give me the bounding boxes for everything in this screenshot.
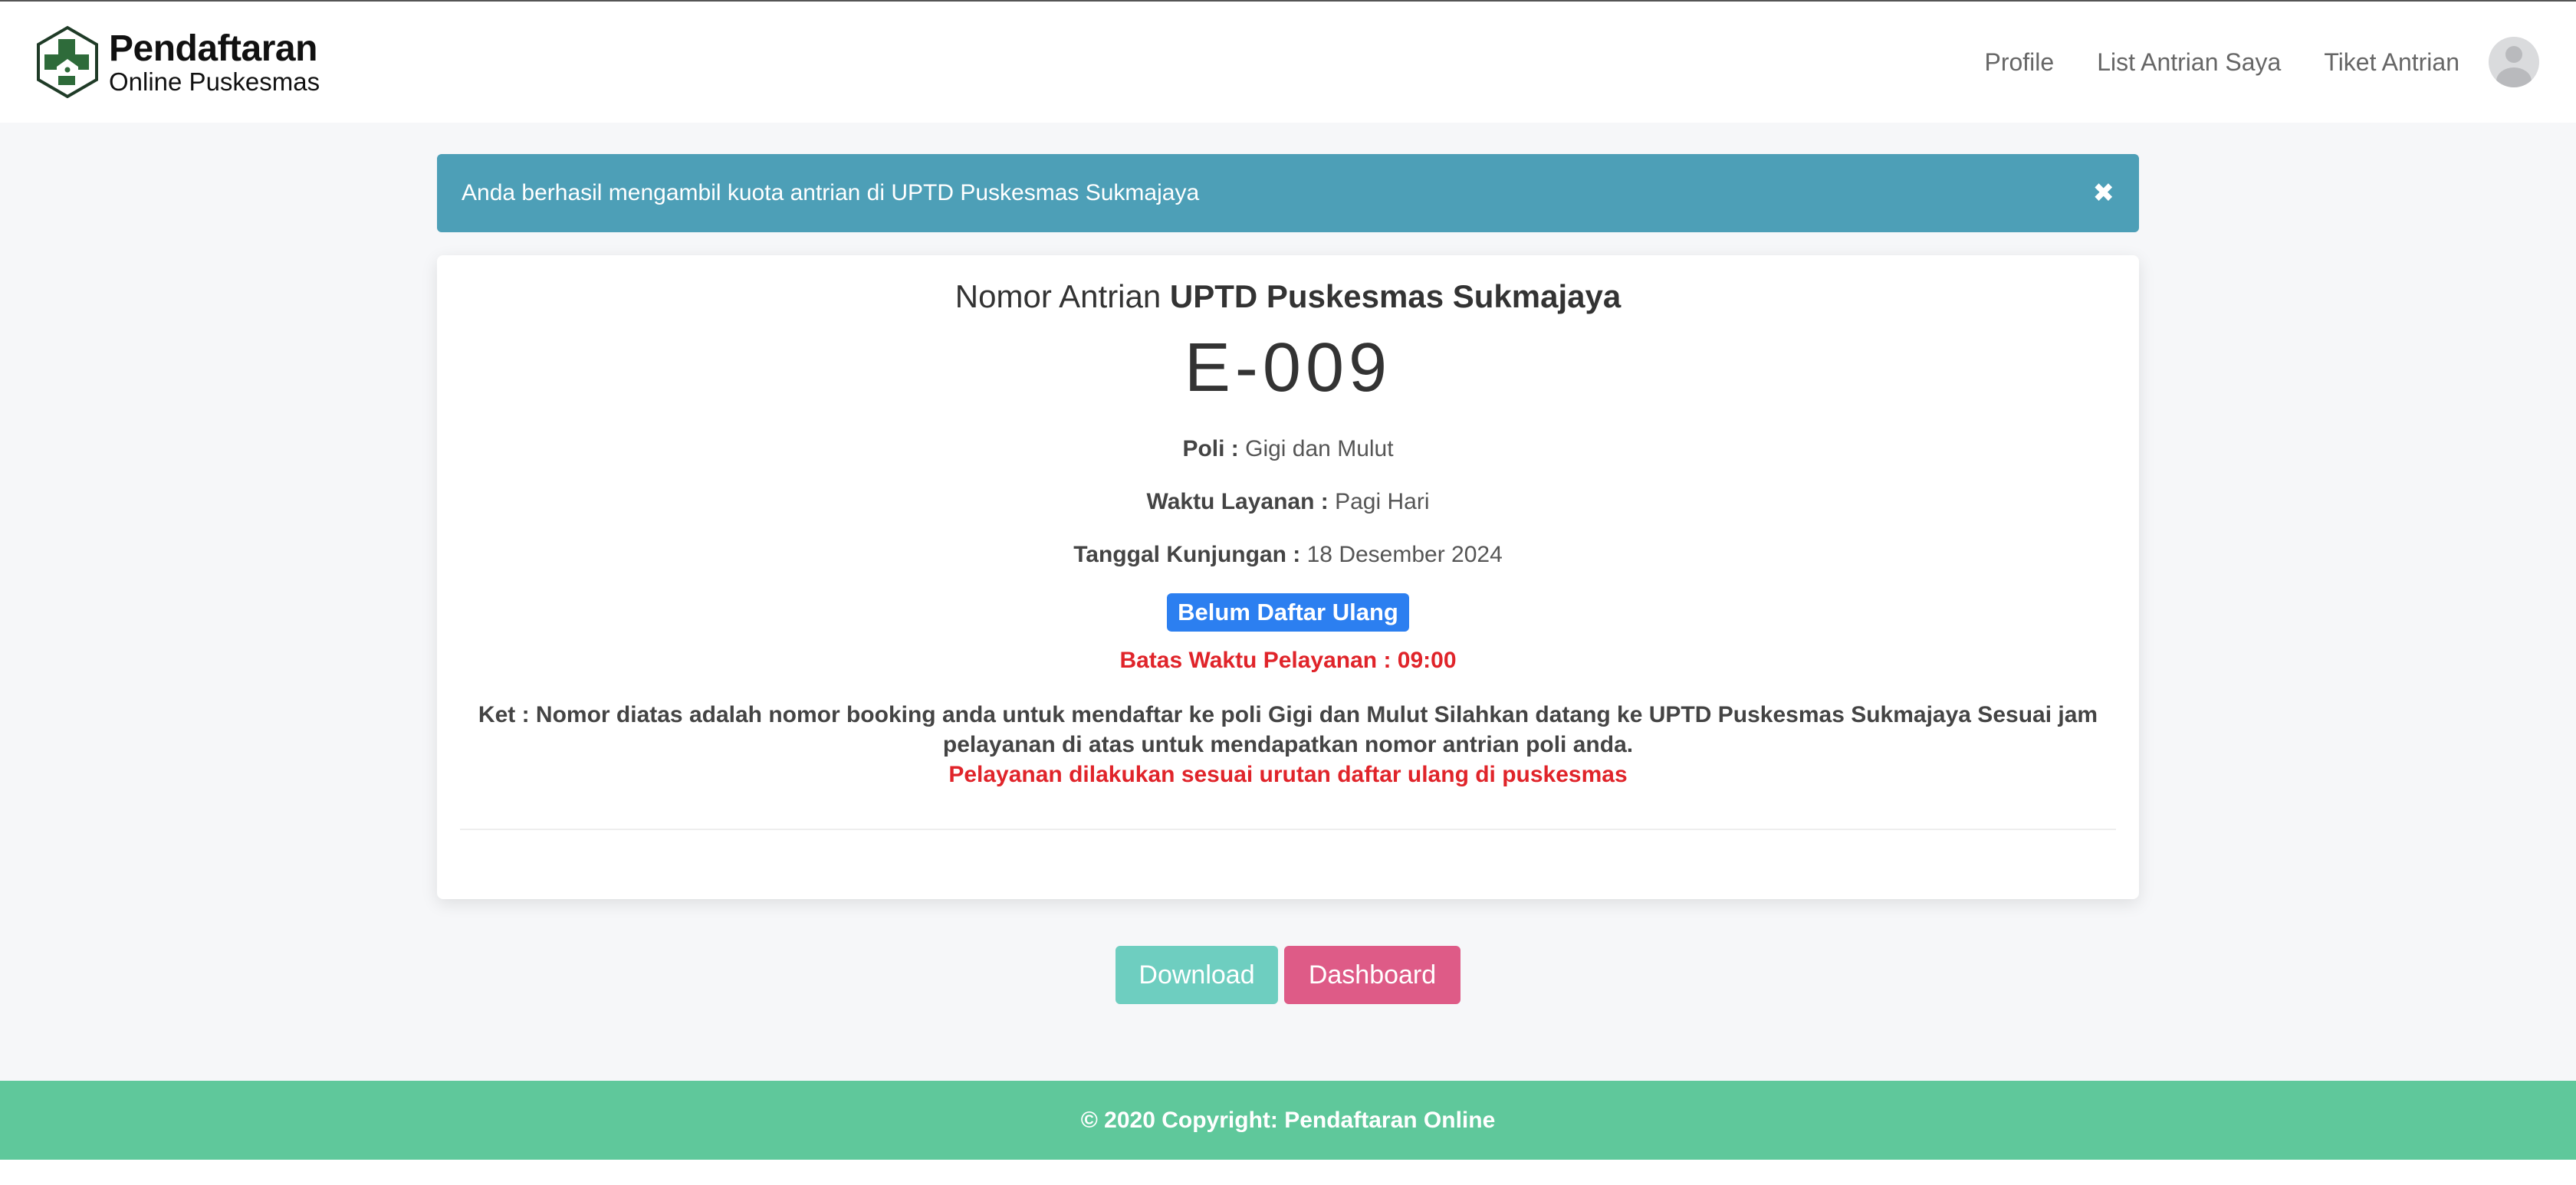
download-button[interactable]: Download (1116, 946, 1278, 1004)
poli-value: Gigi dan Mulut (1245, 436, 1394, 461)
nav-link-list-antrian-saya[interactable]: List Antrian Saya (2097, 48, 2281, 77)
avatar-head-shape (2505, 46, 2522, 63)
queue-number: E-009 (1184, 330, 1392, 406)
tanggal-kunjungan-row: Tanggal Kunjungan : 18 Desember 2024 (437, 542, 2139, 568)
ticket-location: UPTD Puskesmas Sukmajaya (1169, 278, 1622, 314)
dashboard-button[interactable]: Dashboard (1284, 946, 1460, 1004)
tanggal-label: Tanggal Kunjungan : (1073, 542, 1301, 567)
close-icon[interactable]: ✖ (2093, 178, 2115, 208)
navbar: Pendaftaran Online Puskesmas Profile Lis… (0, 0, 2576, 123)
waktu-label: Waktu Layanan : (1146, 489, 1329, 514)
poli-label: Poli : (1182, 436, 1239, 461)
nav-link-profile[interactable]: Profile (1984, 48, 2054, 77)
avatar-body-shape (2496, 67, 2532, 87)
status-badge: Belum Daftar Ulang (1167, 593, 1409, 632)
footer: © 2020 Copyright: Pendaftaran Online (0, 1081, 2576, 1160)
waktu-layanan-row: Waktu Layanan : Pagi Hari (437, 489, 2139, 515)
waktu-value: Pagi Hari (1335, 489, 1430, 514)
hexagon-cross-logo-icon (37, 25, 98, 99)
status-badge-wrap: Belum Daftar Ulang (437, 593, 2139, 632)
ket-paragraph: Ket : Nomor diatas adalah nomor booking … (468, 700, 2108, 789)
main-nav: Profile List Antrian Saya Tiket Antrian (1941, 37, 2539, 87)
alert-message: Anda berhasil mengambil kuota antrian di… (462, 180, 1200, 205)
card-divider (460, 829, 2116, 830)
success-alert: Anda berhasil mengambil kuota antrian di… (437, 154, 2139, 232)
ticket-card: Nomor Antrian UPTD Puskesmas Sukmajaya E… (437, 255, 2139, 899)
tanggal-value: 18 Desember 2024 (1306, 542, 1503, 567)
nav-link-tiket-antrian[interactable]: Tiket Antrian (2324, 48, 2459, 77)
ticket-title-prefix: Nomor Antrian (955, 278, 1162, 314)
ket-text: Ket : Nomor diatas adalah nomor booking … (478, 702, 2098, 757)
brand-subtitle: Online Puskesmas (109, 67, 320, 96)
user-avatar-icon[interactable] (2489, 37, 2539, 87)
action-buttons: Download Dashboard (0, 946, 2576, 1004)
ket-note: Pelayanan dilakukan sesuai urutan daftar… (948, 762, 1628, 787)
bottom-strip (0, 1160, 2576, 1185)
brand-title: Pendaftaran (109, 28, 317, 69)
ticket-title: Nomor Antrian UPTD Puskesmas Sukmajaya (437, 278, 2139, 315)
batas-waktu-text: Batas Waktu Pelayanan : 09:00 (1119, 648, 1457, 673)
footer-copyright: © 2020 Copyright: Pendaftaran Online (1080, 1107, 1496, 1133)
brand[interactable]: Pendaftaran Online Puskesmas (35, 25, 320, 99)
poli-row: Poli : Gigi dan Mulut (437, 436, 2139, 462)
